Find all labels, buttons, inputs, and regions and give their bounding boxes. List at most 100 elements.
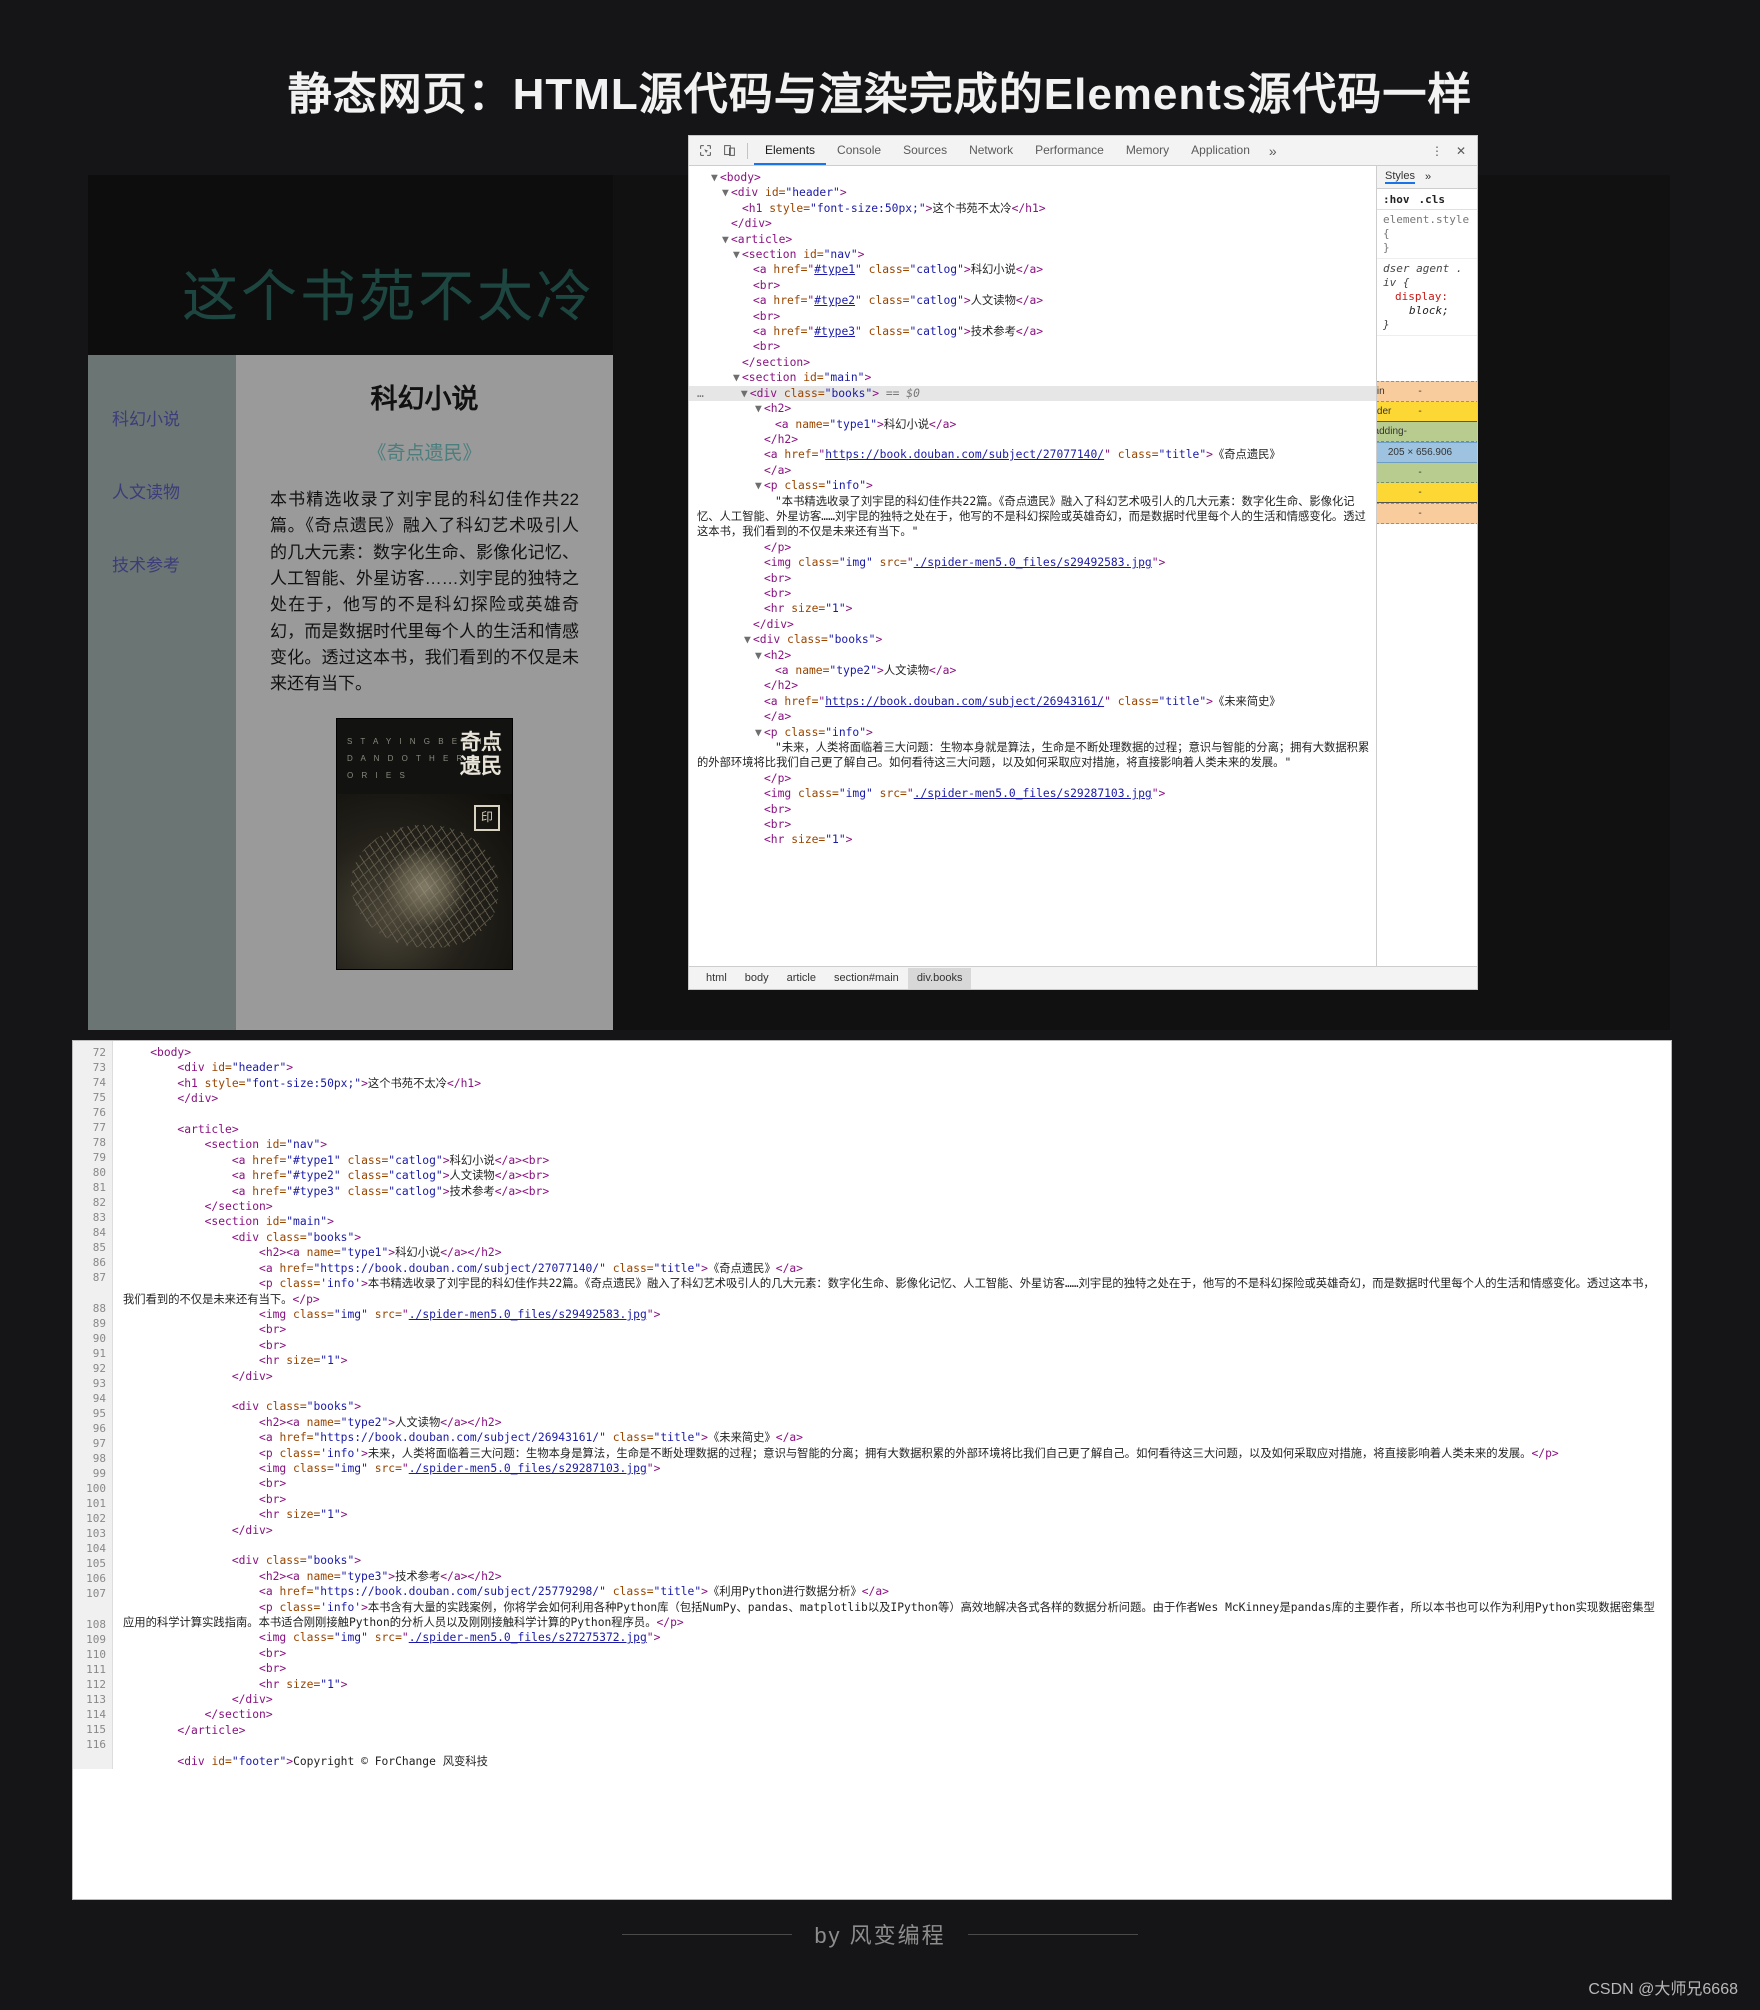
breadcrumb-item[interactable]: html	[697, 968, 736, 989]
tab-network[interactable]: Network	[958, 136, 1024, 165]
dom-node-line[interactable]: ▼ <div class="books">	[689, 632, 1376, 647]
hov-toggle[interactable]: :hov	[1383, 193, 1410, 206]
code-line[interactable]: <div id="header">	[123, 1060, 1665, 1075]
breadcrumb[interactable]: html body article section#main div.books	[689, 966, 1477, 989]
kebab-menu-icon[interactable]: ⋮	[1426, 140, 1448, 162]
style-rule-user-agent[interactable]: dser agent . iv { display: block; }	[1377, 259, 1477, 336]
twisty-icon[interactable]	[755, 771, 764, 786]
twisty-icon[interactable]: ▼	[733, 370, 742, 385]
code-line[interactable]: <img class="img" src="./spider-men5.0_fi…	[123, 1461, 1665, 1476]
breadcrumb-item[interactable]: div.books	[907, 967, 972, 989]
twisty-icon[interactable]: ▼	[722, 232, 731, 247]
twisty-icon[interactable]	[744, 324, 753, 339]
code-line[interactable]: <a href="#type1" class="catlog">科幻小说</a>…	[123, 1153, 1665, 1168]
twisty-icon[interactable]	[733, 355, 742, 370]
code-line[interactable]: <a href="#type3" class="catlog">技术参考</a>…	[123, 1184, 1665, 1199]
dom-node-line[interactable]: ▼ <h2>	[689, 648, 1376, 663]
device-toolbar-icon[interactable]	[718, 140, 740, 162]
dom-node-line[interactable]: … ▼ <div class="books"> == $0	[689, 385, 1376, 402]
box-model-border[interactable]: order -	[1377, 402, 1477, 422]
dom-node-line[interactable]: <a href="#type3" class="catlog">技术参考</a>	[689, 324, 1376, 339]
box-model-border-bottom[interactable]: -	[1377, 483, 1477, 503]
code-line[interactable]	[123, 1107, 1665, 1122]
dom-node-line[interactable]: </div>	[689, 216, 1376, 231]
cls-toggle[interactable]: .cls	[1419, 193, 1446, 206]
breadcrumb-item[interactable]: body	[736, 968, 778, 989]
tab-console[interactable]: Console	[826, 136, 892, 165]
twisty-icon[interactable]	[755, 555, 764, 570]
dom-node-line[interactable]: ▼ <article>	[689, 232, 1376, 247]
dom-node-line[interactable]: ▼ <section id="main">	[689, 370, 1376, 385]
box-model-content[interactable]: 205 × 656.906	[1377, 442, 1477, 463]
dom-node-line[interactable]: </h2>	[689, 678, 1376, 693]
dom-node-line[interactable]: ▼ <p class="info">	[689, 478, 1376, 493]
nav-link-humanities[interactable]: 人文读物	[112, 478, 236, 503]
more-tabs-icon[interactable]: »	[1261, 143, 1285, 159]
twisty-icon[interactable]: ▼	[755, 478, 764, 493]
code-line[interactable]: </div>	[123, 1692, 1665, 1707]
code-line[interactable]: <h1 style="font-size:50px;">这个书苑不太冷</h1>	[123, 1076, 1665, 1091]
twisty-icon[interactable]	[755, 786, 764, 801]
twisty-icon[interactable]: ▼	[722, 185, 731, 200]
code-line[interactable]	[123, 1738, 1665, 1753]
breadcrumb-item[interactable]: article	[778, 968, 825, 989]
twisty-icon[interactable]	[755, 832, 764, 847]
twisty-icon[interactable]	[733, 201, 742, 216]
twisty-icon[interactable]	[755, 694, 764, 709]
twisty-icon[interactable]: ▼	[733, 247, 742, 262]
twisty-icon[interactable]	[755, 432, 764, 447]
code-line[interactable]: <a href="#type2" class="catlog">人文读物</a>…	[123, 1168, 1665, 1183]
twisty-icon[interactable]: ▼	[741, 386, 750, 401]
twisty-icon[interactable]	[744, 339, 753, 354]
dom-node-line[interactable]: <h1 style="font-size:50px;">这个书苑不太冷</h1>	[689, 201, 1376, 216]
dom-node-line[interactable]: <a name="type2">人文读物</a>	[689, 663, 1376, 678]
code-line[interactable]: </article>	[123, 1723, 1665, 1738]
twisty-icon[interactable]: ▼	[755, 648, 764, 663]
dom-node-line[interactable]: ▼ <section id="nav">	[689, 247, 1376, 262]
code-line[interactable]	[123, 1538, 1665, 1553]
close-icon[interactable]: ✕	[1450, 140, 1472, 162]
breadcrumb-item[interactable]: section#main	[825, 968, 908, 989]
dom-node-line[interactable]: ▼ <body>	[689, 170, 1376, 185]
expand-ellipsis-icon[interactable]: …	[697, 387, 704, 400]
twisty-icon[interactable]	[744, 293, 753, 308]
code-line[interactable]: <br>	[123, 1646, 1665, 1661]
code-line[interactable]: <br>	[123, 1322, 1665, 1337]
code-line[interactable]	[123, 1384, 1665, 1399]
box-model-padding-bottom[interactable]: -	[1377, 463, 1477, 483]
book-title-link[interactable]: 《奇点遗民》	[270, 438, 579, 465]
dom-node-line[interactable]: </a>	[689, 463, 1376, 478]
twisty-icon[interactable]	[755, 709, 764, 724]
styles-more-icon[interactable]: »	[1425, 171, 1431, 183]
dom-node-line[interactable]: <hr size="1">	[689, 832, 1376, 847]
code-line[interactable]: <section id="main">	[123, 1214, 1665, 1229]
dom-node-line[interactable]: <br>	[689, 278, 1376, 293]
tab-memory[interactable]: Memory	[1115, 136, 1180, 165]
twisty-icon[interactable]	[755, 802, 764, 817]
ua-rule-property[interactable]: display:	[1383, 290, 1473, 304]
code-line[interactable]: <a href="https://book.douban.com/subject…	[123, 1584, 1665, 1599]
dom-node-line[interactable]: <br>	[689, 817, 1376, 832]
dom-node-line[interactable]: <hr size="1">	[689, 601, 1376, 616]
dom-node-line[interactable]: <a href="#type1" class="catlog">科幻小说</a>	[689, 262, 1376, 277]
style-rule-element-style[interactable]: element.style { }	[1377, 210, 1477, 259]
code-line[interactable]: </div>	[123, 1091, 1665, 1106]
dom-node-line[interactable]: <a href="https://book.douban.com/subject…	[689, 447, 1376, 462]
dom-node-line[interactable]: <br>	[689, 571, 1376, 586]
code-line[interactable]: <div class="books">	[123, 1399, 1665, 1414]
dom-node-line[interactable]: "未来，人类将面临着三大问题：生物本身就是算法，生命是不断处理数据的过程；意识与…	[689, 740, 1376, 771]
code-line[interactable]: <br>	[123, 1338, 1665, 1353]
twisty-icon[interactable]	[722, 216, 731, 231]
nav-link-tech[interactable]: 技术参考	[112, 551, 236, 576]
dom-node-line[interactable]: </div>	[689, 617, 1376, 632]
twisty-icon[interactable]	[766, 663, 775, 678]
code-line[interactable]: <p class='info'>本书含有大量的实践案例，你将学会如何利用各种Py…	[123, 1600, 1665, 1631]
code-line[interactable]: <article>	[123, 1122, 1665, 1137]
twisty-icon[interactable]: ▼	[711, 170, 720, 185]
code-line[interactable]: <br>	[123, 1476, 1665, 1491]
inspect-icon[interactable]	[694, 140, 716, 162]
dom-node-line[interactable]: <br>	[689, 802, 1376, 817]
dom-node-line[interactable]: ▼ <h2>	[689, 401, 1376, 416]
dom-tree[interactable]: ▼ <body> ▼ <div id="header"> <h1 style="fon…	[689, 166, 1376, 966]
twisty-icon[interactable]: ▼	[755, 725, 764, 740]
